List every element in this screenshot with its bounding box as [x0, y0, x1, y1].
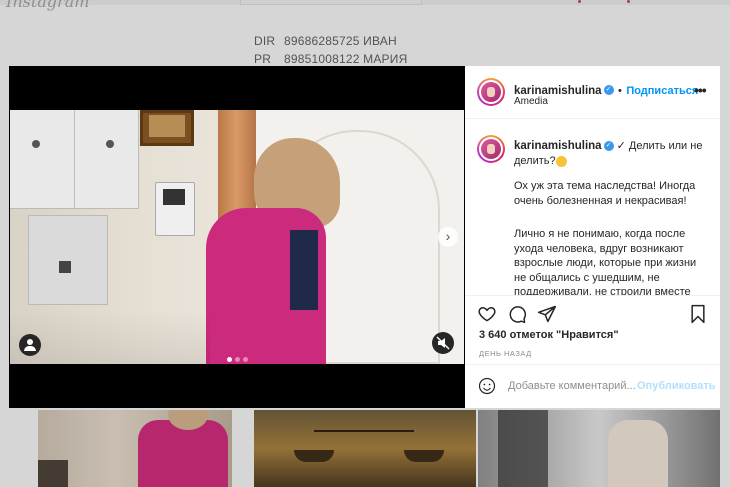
more-options-icon[interactable]: ••• — [694, 82, 707, 98]
mute-icon[interactable] — [432, 332, 454, 354]
post-side-panel: karinamishulina ✓ • Подписаться Amedia ••… — [465, 66, 720, 408]
scene-intercom — [155, 182, 195, 236]
avatar[interactable] — [477, 78, 505, 106]
verified-icon: ✓ — [603, 84, 614, 95]
caption-paragraph: Ох уж эта тема наследства! Иногда очень … — [514, 180, 696, 207]
location-link[interactable]: Amedia — [514, 96, 548, 107]
action-bar — [465, 298, 720, 328]
post-timestamp[interactable]: ДЕНЬ НАЗАД — [479, 349, 532, 358]
post-comment-button[interactable]: Опубликовать — [637, 380, 716, 392]
smile-icon[interactable] — [478, 377, 496, 395]
carousel-indicator — [227, 349, 251, 367]
scene-panel — [28, 215, 108, 305]
avatar[interactable] — [477, 135, 505, 163]
comment-icon[interactable] — [507, 304, 527, 324]
post-video[interactable] — [10, 110, 464, 364]
likes-count[interactable]: 3 640 отметок "Нравится" — [479, 329, 619, 341]
scene-picture-frame — [140, 110, 194, 146]
thinking-emoji-icon — [555, 155, 567, 167]
carousel-dot — [235, 357, 240, 362]
caption-username[interactable]: karinamishulina — [514, 140, 602, 152]
post-header: karinamishulina ✓ • Подписаться Amedia ••… — [465, 66, 720, 119]
comment-bar: Добавьте комментарий... Опубликовать — [465, 364, 720, 409]
caption-paragraph: Лично я не понимаю, когда после ухода че… — [514, 228, 697, 296]
carousel-dot — [227, 357, 232, 362]
caption-header: karinamishulina ✓ ✓ Делить или не делить? — [514, 139, 714, 169]
comment-input[interactable]: Добавьте комментарий... — [508, 380, 636, 392]
tag-user-icon[interactable] — [19, 334, 41, 356]
follow-button[interactable]: Подписаться — [626, 85, 698, 97]
heart-icon[interactable] — [477, 304, 497, 324]
scene-cabinet — [10, 110, 139, 209]
caption-area: karinamishulina ✓ ✓ Делить или не делить?… — [465, 119, 720, 296]
share-icon[interactable] — [537, 304, 557, 324]
chevron-right-icon[interactable]: › — [438, 227, 458, 247]
carousel-dot — [243, 357, 248, 362]
verified-icon: ✓ — [603, 141, 614, 152]
bookmark-icon[interactable] — [688, 304, 708, 324]
